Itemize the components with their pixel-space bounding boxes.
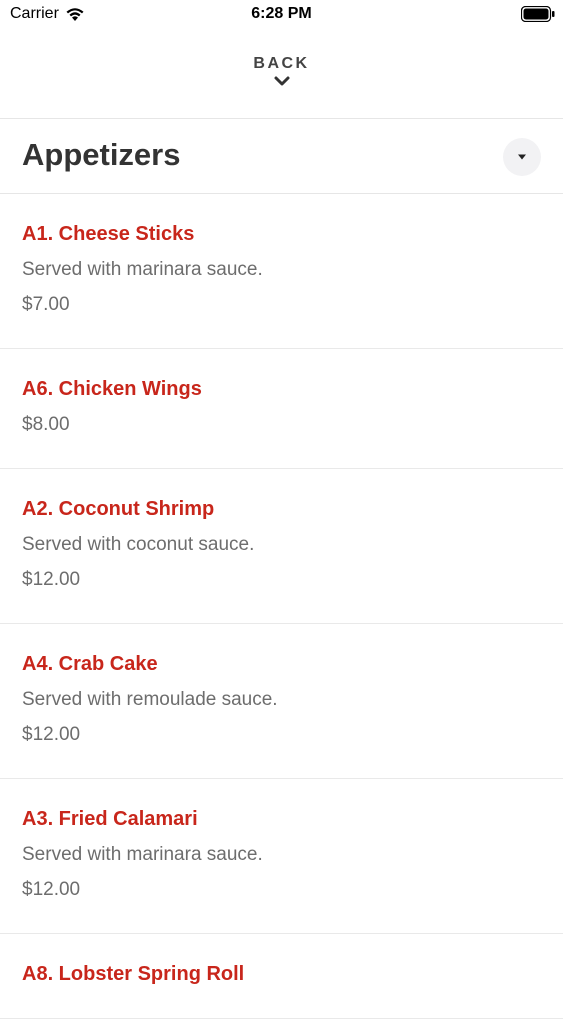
back-label: BACK: [253, 55, 310, 72]
section-header: Appetizers: [0, 119, 563, 194]
menu-item[interactable]: A2. Coconut Shrimp Served with coconut s…: [0, 469, 563, 624]
status-time: 6:28 PM: [251, 5, 312, 22]
menu-item[interactable]: A3. Fried Calamari Served with marinara …: [0, 779, 563, 934]
status-bar: Carrier 6:28 PM: [0, 0, 563, 30]
section-title: Appetizers: [22, 137, 181, 172]
item-description: Served with marinara sauce.: [22, 259, 263, 280]
item-price: $8.00: [22, 414, 70, 435]
item-description: Served with coconut sauce.: [22, 534, 255, 555]
item-price: $12.00: [22, 569, 81, 590]
item-description: Served with marinara sauce.: [22, 844, 263, 865]
item-description: Served with remoulade sauce.: [22, 689, 278, 710]
item-price: $12.00: [22, 724, 81, 745]
collapse-button[interactable]: [503, 138, 541, 176]
item-price: $12.00: [22, 879, 81, 900]
item-name: A6. Chicken Wings: [22, 378, 202, 400]
menu-item-list: A1. Cheese Sticks Served with marinara s…: [0, 194, 563, 1019]
menu-item[interactable]: A4. Crab Cake Served with remoulade sauc…: [0, 624, 563, 779]
chevron-down-icon: [274, 76, 289, 86]
menu-item[interactable]: A8. Lobster Spring Roll: [0, 934, 563, 1019]
item-name: A2. Coconut Shrimp: [22, 498, 215, 520]
item-name: A1. Cheese Sticks: [22, 223, 195, 245]
menu-item[interactable]: A1. Cheese Sticks Served with marinara s…: [0, 194, 563, 349]
item-name: A8. Lobster Spring Roll: [22, 963, 245, 985]
item-name: A4. Crab Cake: [22, 653, 158, 675]
item-name: A3. Fried Calamari: [22, 808, 198, 830]
caret-down-icon: [518, 154, 526, 160]
menu-item[interactable]: A6. Chicken Wings $8.00: [0, 349, 563, 469]
back-button[interactable]: BACK: [0, 50, 563, 118]
item-price: $7.00: [22, 294, 70, 315]
battery-icon: [521, 6, 555, 22]
